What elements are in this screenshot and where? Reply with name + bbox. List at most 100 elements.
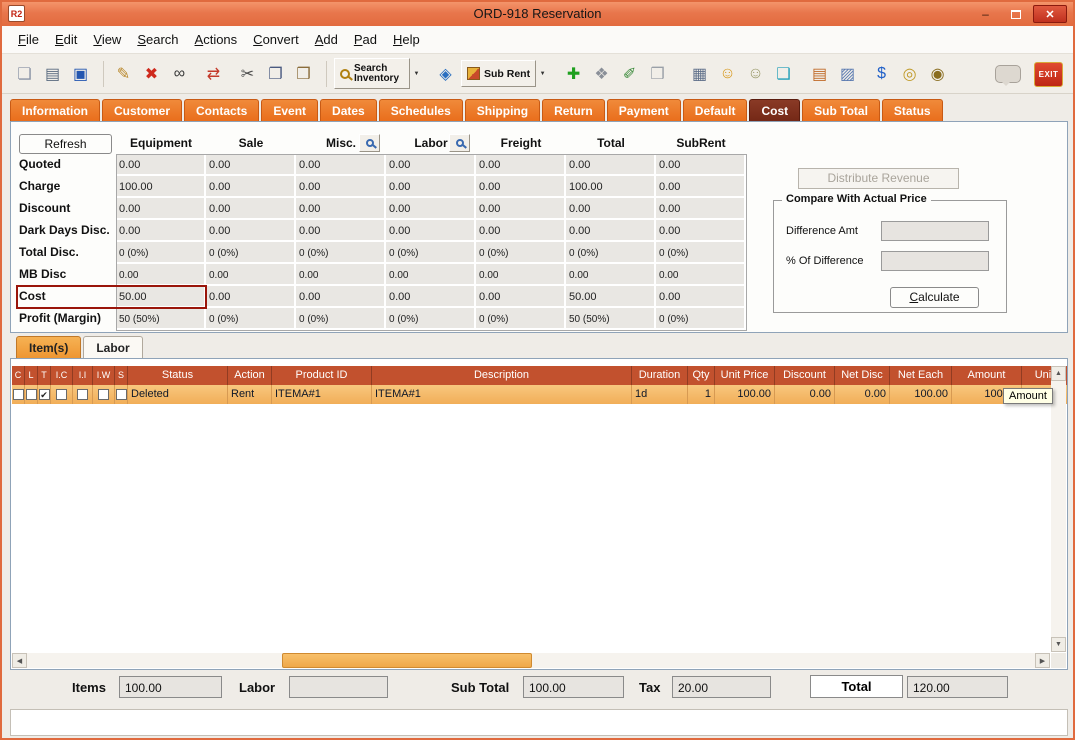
smiley-icon[interactable]: ☺ <box>715 61 740 86</box>
tab-event[interactable]: Event <box>261 99 318 121</box>
edit-document-icon[interactable]: ✐ <box>617 61 642 86</box>
search-inventory-dropdown-icon[interactable]: ▼ <box>410 60 423 87</box>
exit-button[interactable]: EXIT <box>1034 62 1063 87</box>
edit-pen-icon[interactable]: ✎ <box>111 61 136 86</box>
sub-rent-dropdown-icon[interactable]: ▼ <box>536 60 549 87</box>
tab-schedules[interactable]: Schedules <box>379 99 463 121</box>
dye-drop-icon[interactable]: ◈ <box>433 61 458 86</box>
tab-cost[interactable]: Cost <box>749 99 800 121</box>
menu-view[interactable]: View <box>85 26 129 53</box>
tab-information[interactable]: Information <box>10 99 100 121</box>
menu-pad[interactable]: Pad <box>346 26 385 53</box>
menu-help[interactable]: Help <box>385 26 428 53</box>
checkbox-t[interactable]: ✔ <box>39 389 50 400</box>
total-field[interactable]: 120.00 <box>907 676 1008 698</box>
item-cell-unit-price[interactable]: 100.00 <box>715 385 775 404</box>
menu-file[interactable]: File <box>10 26 47 53</box>
checkbox-i-i[interactable] <box>77 389 88 400</box>
pct-of-difference-field[interactable] <box>881 251 989 271</box>
items-total-field[interactable]: 100.00 <box>119 676 222 698</box>
tax-field[interactable]: 20.00 <box>672 676 771 698</box>
scroll-down-icon[interactable]: ▼ <box>1051 637 1066 652</box>
sub-total-field[interactable]: 100.00 <box>523 676 624 698</box>
tab-sub-total[interactable]: Sub Total <box>802 99 880 121</box>
tab-status[interactable]: Status <box>882 99 943 121</box>
print-icon[interactable]: ▤ <box>40 61 65 86</box>
checkbox-s[interactable] <box>116 389 127 400</box>
copy-icon[interactable]: ❐ <box>263 61 288 86</box>
money-coins-icon[interactable]: ◎ <box>897 61 922 86</box>
scroll-up-icon[interactable]: ▲ <box>1051 366 1066 381</box>
minimize-button[interactable]: – <box>973 5 998 23</box>
item-cell-status[interactable]: Deleted <box>128 385 228 404</box>
distribute-revenue-button[interactable]: Distribute Revenue <box>798 168 959 189</box>
close-button[interactable]: ✕ <box>1033 5 1067 23</box>
network-printer-icon[interactable]: ▦ <box>687 61 712 86</box>
tab-default[interactable]: Default <box>683 99 748 121</box>
item-cell-discount[interactable]: 0.00 <box>775 385 835 404</box>
item-cell-s[interactable] <box>115 385 128 404</box>
item-cell-i-i[interactable] <box>73 385 93 404</box>
item-cell-i-c[interactable] <box>51 385 73 404</box>
tab-payment[interactable]: Payment <box>607 99 681 121</box>
checkbox-i-c[interactable] <box>56 389 67 400</box>
difference-amt-field[interactable] <box>881 221 989 241</box>
find-binoculars-icon[interactable]: ∞ <box>167 61 192 86</box>
item-cell-c[interactable] <box>12 385 25 404</box>
horizontal-scroll-thumb[interactable] <box>282 653 532 668</box>
tab-item-s[interactable]: Item(s) <box>16 336 81 358</box>
tab-labor[interactable]: Labor <box>83 336 142 358</box>
menu-actions[interactable]: Actions <box>187 26 246 53</box>
tab-dates[interactable]: Dates <box>320 99 377 121</box>
tab-return[interactable]: Return <box>542 99 605 121</box>
vertical-scrollbar[interactable]: ▲ ▼ <box>1051 366 1066 652</box>
tab-contacts[interactable]: Contacts <box>184 99 259 121</box>
menu-convert[interactable]: Convert <box>245 26 307 53</box>
checkbox-i-w[interactable] <box>98 389 109 400</box>
horizontal-scrollbar[interactable]: ◀ ▶ <box>12 653 1050 668</box>
scroll-left-icon[interactable]: ◀ <box>12 653 27 668</box>
search-misc-button[interactable] <box>359 134 380 152</box>
item-cell-duration[interactable]: 1d <box>632 385 688 404</box>
inventory-books-icon[interactable]: ▤ <box>807 61 832 86</box>
refresh-button[interactable]: Refresh <box>19 134 112 154</box>
search-inventory-button[interactable]: Search Inventory <box>334 58 410 89</box>
new-document-icon[interactable]: ❏ <box>12 61 37 86</box>
export-window-icon[interactable]: ⇄ <box>201 61 226 86</box>
item-cell-description[interactable]: ITEMA#1 <box>372 385 632 404</box>
paste-icon[interactable]: ❒ <box>291 61 316 86</box>
package-box-icon[interactable]: ❑ <box>771 61 796 86</box>
titlebar[interactable]: R2 ORD-918 Reservation – ✕ <box>2 2 1073 26</box>
item-cell-net-each[interactable]: 100.00 <box>890 385 952 404</box>
cut-icon[interactable]: ✂ <box>235 61 260 86</box>
customer-note-icon[interactable]: ☺ <box>743 61 768 86</box>
tab-customer[interactable]: Customer <box>102 99 182 121</box>
item-cell-action[interactable]: Rent <box>228 385 272 404</box>
menu-add[interactable]: Add <box>307 26 346 53</box>
search-labor-button[interactable] <box>449 134 470 152</box>
scroll-right-icon[interactable]: ▶ <box>1035 653 1050 668</box>
item-cell-t[interactable]: ✔ <box>38 385 51 404</box>
notes-pad-icon[interactable]: ▨ <box>835 61 860 86</box>
menu-edit[interactable]: Edit <box>47 26 85 53</box>
item-cell-product-id[interactable]: ITEMA#1 <box>272 385 372 404</box>
checkbox-c[interactable] <box>13 389 24 400</box>
item-cell-net-disc[interactable]: 0.00 <box>835 385 890 404</box>
sub-rent-button[interactable]: Sub Rent <box>461 60 536 87</box>
checkbox-l[interactable] <box>26 389 37 400</box>
item-cell-l[interactable] <box>25 385 38 404</box>
dollar-export-icon[interactable]: $ <box>869 61 894 86</box>
delete-icon[interactable]: ✖ <box>139 61 164 86</box>
maximize-button[interactable] <box>1003 5 1028 23</box>
add-item-icon[interactable]: ✚ <box>561 61 586 86</box>
item-cell-qty[interactable]: 1 <box>688 385 715 404</box>
kit-components-icon[interactable]: ❖ <box>589 61 614 86</box>
comment-icon[interactable] <box>995 65 1021 83</box>
save-icon[interactable]: ▣ <box>68 61 93 86</box>
documents-stack-icon[interactable]: ❒ <box>645 61 670 86</box>
money-cart-icon[interactable]: ◉ <box>925 61 950 86</box>
item-cell-i-w[interactable] <box>93 385 115 404</box>
tab-shipping[interactable]: Shipping <box>465 99 540 121</box>
menu-search[interactable]: Search <box>129 26 186 53</box>
labor-total-field[interactable] <box>289 676 388 698</box>
